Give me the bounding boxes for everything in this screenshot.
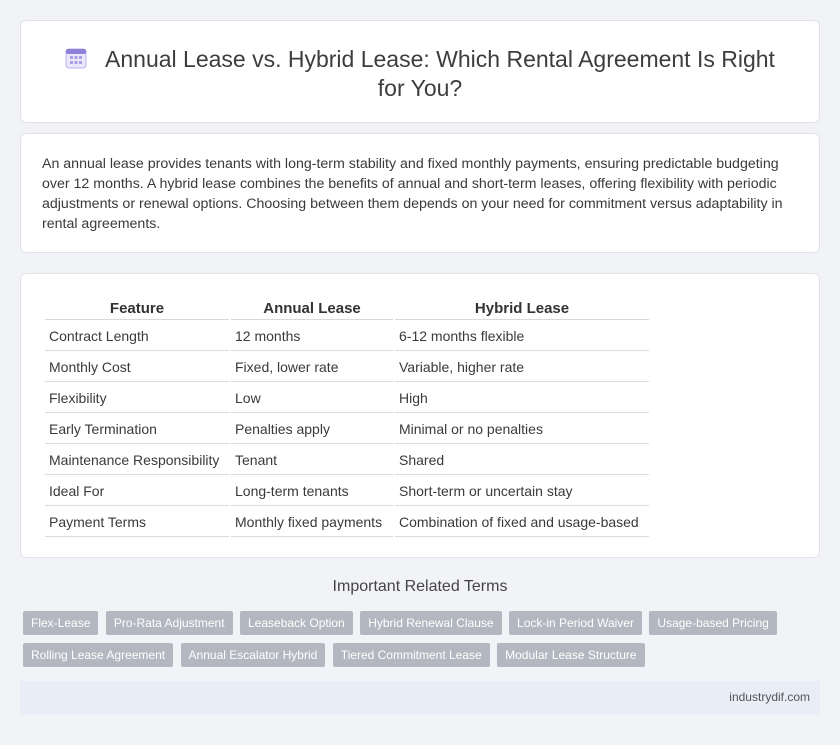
table-row: Flexibility Low High [45, 384, 649, 413]
table-row: Early Termination Penalties apply Minima… [45, 415, 649, 444]
related-tag[interactable]: Annual Escalator Hybrid [180, 643, 326, 667]
calendar-icon [65, 48, 87, 69]
cell-feature: Early Termination [45, 415, 229, 444]
cell-annual: Tenant [231, 446, 393, 475]
related-tags-row: Rolling Lease Agreement Annual Escalator… [23, 643, 823, 667]
related-tag[interactable]: Rolling Lease Agreement [23, 643, 174, 667]
related-tag[interactable]: Tiered Commitment Lease [332, 643, 490, 667]
cell-hybrid: Minimal or no penalties [395, 415, 649, 444]
related-tag[interactable]: Flex-Lease [23, 611, 99, 635]
cell-feature: Payment Terms [45, 508, 229, 537]
cell-annual: Low [231, 384, 393, 413]
intro-card: An annual lease provides tenants with lo… [20, 133, 820, 253]
cell-feature: Maintenance Responsibility [45, 446, 229, 475]
comparison-card: Feature Annual Lease Hybrid Lease Contra… [20, 273, 820, 558]
footer-site-link[interactable]: industrydif.com [729, 690, 810, 704]
intro-paragraph: An annual lease provides tenants with lo… [42, 156, 783, 232]
related-tag[interactable]: Pro-Rata Adjustment [105, 611, 233, 635]
related-tag[interactable]: Lock-in Period Waiver [509, 611, 642, 635]
cell-hybrid: Variable, higher rate [395, 353, 649, 382]
table-row: Maintenance Responsibility Tenant Shared [45, 446, 649, 475]
table-row: Monthly Cost Fixed, lower rate Variable,… [45, 353, 649, 382]
related-tag[interactable]: Modular Lease Structure [497, 643, 645, 667]
cell-annual: Fixed, lower rate [231, 353, 393, 382]
related-tag[interactable]: Usage-based Pricing [649, 611, 777, 635]
comparison-table: Feature Annual Lease Hybrid Lease Contra… [43, 296, 651, 539]
cell-feature: Contract Length [45, 322, 229, 351]
cell-feature: Flexibility [45, 384, 229, 413]
cell-feature: Ideal For [45, 477, 229, 506]
cell-annual: Monthly fixed payments [231, 508, 393, 537]
footer: industrydif.com [20, 681, 820, 714]
table-header-row: Feature Annual Lease Hybrid Lease [45, 298, 649, 320]
cell-feature: Monthly Cost [45, 353, 229, 382]
page-title: Annual Lease vs. Hybrid Lease: Which Ren… [61, 45, 779, 103]
cell-hybrid: Combination of fixed and usage-based [395, 508, 649, 537]
table-row: Payment Terms Monthly fixed payments Com… [45, 508, 649, 537]
header-feature: Feature [45, 298, 229, 320]
related-tag[interactable]: Leaseback Option [240, 611, 353, 635]
table-row: Ideal For Long-term tenants Short-term o… [45, 477, 649, 506]
table-row: Contract Length 12 months 6-12 months fl… [45, 322, 649, 351]
cell-hybrid: Shared [395, 446, 649, 475]
header-annual-lease: Annual Lease [231, 298, 393, 320]
cell-annual: Long-term tenants [231, 477, 393, 506]
cell-annual: Penalties apply [231, 415, 393, 444]
cell-hybrid: Short-term or uncertain stay [395, 477, 649, 506]
cell-hybrid: High [395, 384, 649, 413]
related-tag[interactable]: Hybrid Renewal Clause [360, 611, 502, 635]
title-card: Annual Lease vs. Hybrid Lease: Which Ren… [20, 20, 820, 123]
related-tags-row: Flex-Lease Pro-Rata Adjustment Leaseback… [23, 611, 823, 635]
cell-annual: 12 months [231, 322, 393, 351]
cell-hybrid: 6-12 months flexible [395, 322, 649, 351]
page-title-text: Annual Lease vs. Hybrid Lease: Which Ren… [105, 46, 775, 101]
header-hybrid-lease: Hybrid Lease [395, 298, 649, 320]
related-terms-title: Important Related Terms [332, 578, 508, 595]
